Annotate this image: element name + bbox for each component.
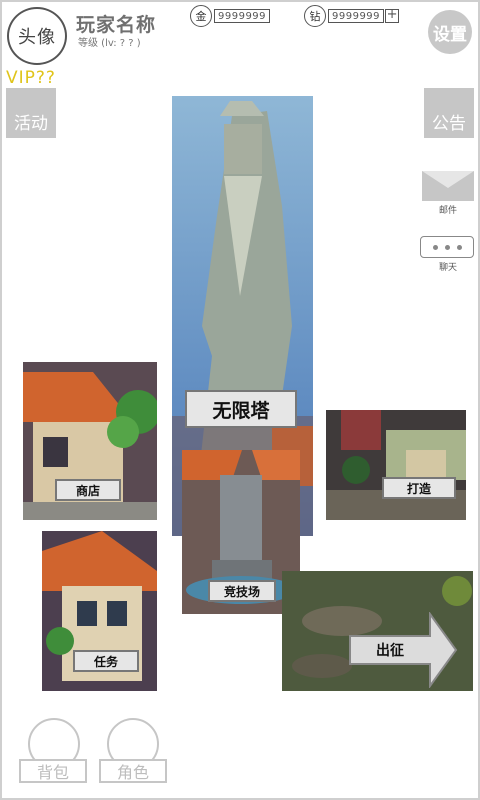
diamond-value: 9999999	[328, 9, 385, 23]
chat-bubble-icon	[420, 236, 474, 258]
chat-label: 聊天	[438, 263, 457, 273]
notice-label: 公告	[432, 114, 466, 134]
gold-counter: 金 9999999	[190, 5, 271, 27]
forge-label[interactable]: 打造	[382, 477, 456, 499]
add-diamond-button[interactable]: +	[385, 8, 400, 23]
tower-label[interactable]: 无限塔	[185, 390, 297, 428]
forge-image	[326, 410, 466, 520]
activity-button[interactable]: 活动	[6, 88, 56, 138]
settings-label: 设置	[433, 24, 467, 45]
gold-value: 9999999	[214, 9, 271, 23]
chat-button[interactable]: 聊天	[420, 236, 476, 278]
envelope-icon	[422, 171, 474, 201]
diamond-icon: 钻	[304, 5, 326, 27]
bag-button[interactable]: 背包	[19, 759, 87, 783]
expedition-button[interactable]: 出征	[348, 612, 458, 688]
avatar-label: 头像	[18, 27, 56, 48]
expedition-label: 出征	[376, 643, 404, 659]
vip-level: VIP??	[6, 68, 56, 88]
player-name: 玩家名称	[76, 14, 157, 36]
role-button[interactable]: 角色	[99, 759, 167, 783]
shop-label[interactable]: 商店	[55, 479, 121, 501]
player-level: 等级 (lv: ? ? )	[78, 38, 141, 49]
mail-label: 邮件	[438, 206, 457, 216]
quest-label[interactable]: 任务	[73, 650, 139, 672]
arena-label[interactable]: 竞技场	[208, 580, 276, 602]
gold-icon: 金	[190, 5, 212, 27]
notice-button[interactable]: 公告	[424, 88, 474, 138]
forge-scene[interactable]	[326, 410, 466, 520]
diamond-counter: 钻 9999999 +	[304, 5, 400, 27]
avatar-button[interactable]: 头像	[7, 7, 67, 65]
mail-button[interactable]: 邮件	[422, 171, 474, 216]
activity-label: 活动	[14, 114, 48, 134]
settings-button[interactable]: 设置	[428, 10, 472, 54]
